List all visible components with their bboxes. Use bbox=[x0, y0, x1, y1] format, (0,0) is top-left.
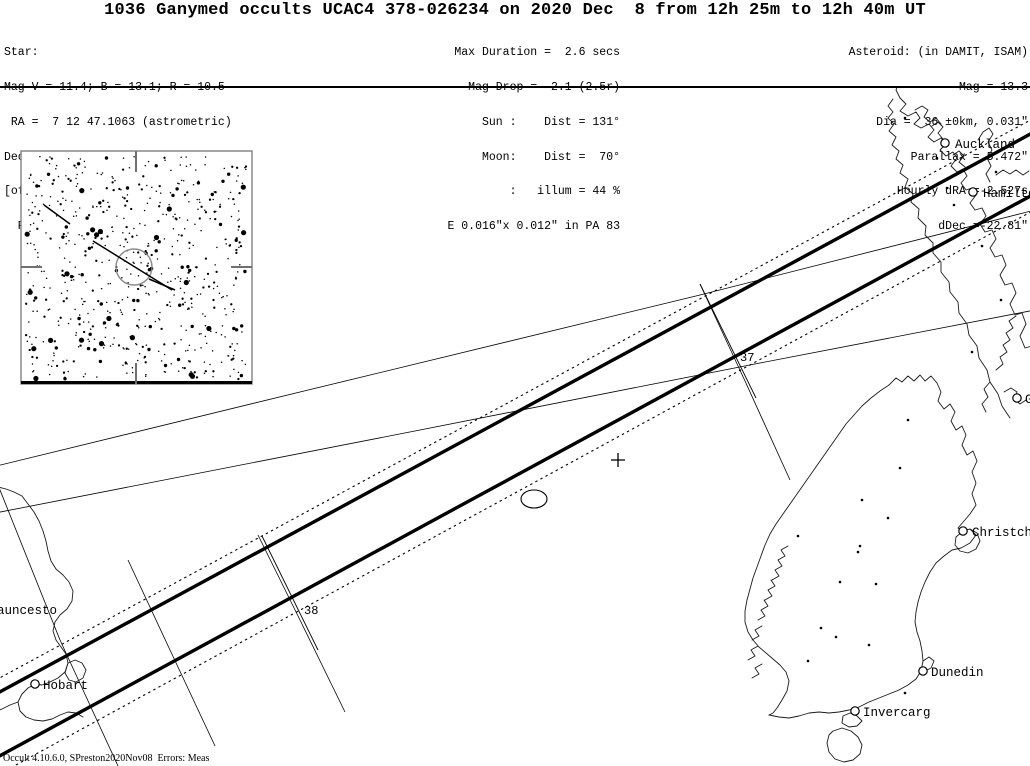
coastline-harbour-b bbox=[952, 150, 966, 168]
city-label: Hobart bbox=[43, 679, 88, 693]
software-credit: Occult 4.10.6.0, SPreston2020Nov08 Error… bbox=[3, 753, 210, 764]
occultation-prediction-page: 1036 Ganymed occults UCAC4 378-026234 on… bbox=[0, 0, 1030, 766]
city-label: auncesto bbox=[0, 604, 57, 618]
coastline-tasmania-north bbox=[0, 487, 23, 497]
coastline-south-island-west bbox=[744, 384, 890, 716]
city-marker-hamilton: Hamilton bbox=[968, 187, 1030, 201]
city-label: Hamilton bbox=[983, 187, 1030, 201]
star-field-chart bbox=[20, 150, 253, 385]
time-marker-label: 38 bbox=[304, 604, 318, 618]
city-dot bbox=[968, 187, 978, 197]
asteroid-label: Asteroid: (in DAMIT, ISAM) bbox=[848, 46, 1028, 60]
time-tick-37 bbox=[699, 283, 757, 399]
city-marker-christchurch: Christchu bbox=[958, 526, 1030, 540]
coastline-stewart-island bbox=[826, 727, 863, 763]
city-dot bbox=[918, 666, 928, 676]
asteroid-shadow-ellipse bbox=[520, 489, 548, 509]
page-title: 1036 Ganymed occults UCAC4 378-026234 on… bbox=[104, 1, 926, 20]
coastline-east-cape bbox=[995, 315, 1017, 371]
header: 1036 Ganymed occults UCAC4 378-026234 on… bbox=[0, 0, 1030, 232]
city-marker-invercargill: Invercarg bbox=[850, 706, 931, 720]
coastline-cook-strait-north bbox=[981, 381, 991, 413]
city-marker-gisborne: Ge bbox=[1012, 393, 1030, 407]
city-marker-hobart: Hobart bbox=[30, 679, 88, 693]
city-dot bbox=[940, 138, 950, 148]
city-label: Invercarg bbox=[863, 706, 931, 720]
path-time-ticks bbox=[261, 283, 757, 651]
city-label: Ge bbox=[1025, 393, 1030, 407]
city-marker-auckland: Auckland bbox=[940, 138, 1015, 152]
center-cross-icon bbox=[611, 453, 625, 467]
coastline-fiordland-detail bbox=[747, 545, 789, 679]
time-tick-38 bbox=[261, 535, 319, 651]
city-dot bbox=[958, 526, 968, 536]
city-dot bbox=[30, 679, 40, 689]
city-label: Auckland bbox=[955, 138, 1015, 152]
city-marker-launceston: auncesto bbox=[0, 604, 57, 618]
coastline-foveaux-detail bbox=[841, 712, 863, 728]
city-marker-dunedin: Dunedin bbox=[918, 666, 984, 680]
coastline-tasmania-sw bbox=[0, 701, 19, 711]
city-dot bbox=[1012, 393, 1022, 403]
city-label: Dunedin bbox=[931, 666, 984, 680]
max-duration: Max Duration = 2.6 secs bbox=[454, 46, 620, 60]
star-label: Star: bbox=[4, 46, 39, 60]
time-marker-label: 37 bbox=[740, 351, 754, 365]
time-marker-labels: 37 38 bbox=[304, 351, 754, 618]
coastline-northland-detail bbox=[914, 105, 942, 125]
coastline-bay-of-plenty bbox=[995, 169, 1030, 176]
coastline-northland-tail bbox=[895, 88, 901, 99]
city-label: Christchu bbox=[972, 526, 1030, 540]
city-dot bbox=[850, 706, 860, 716]
